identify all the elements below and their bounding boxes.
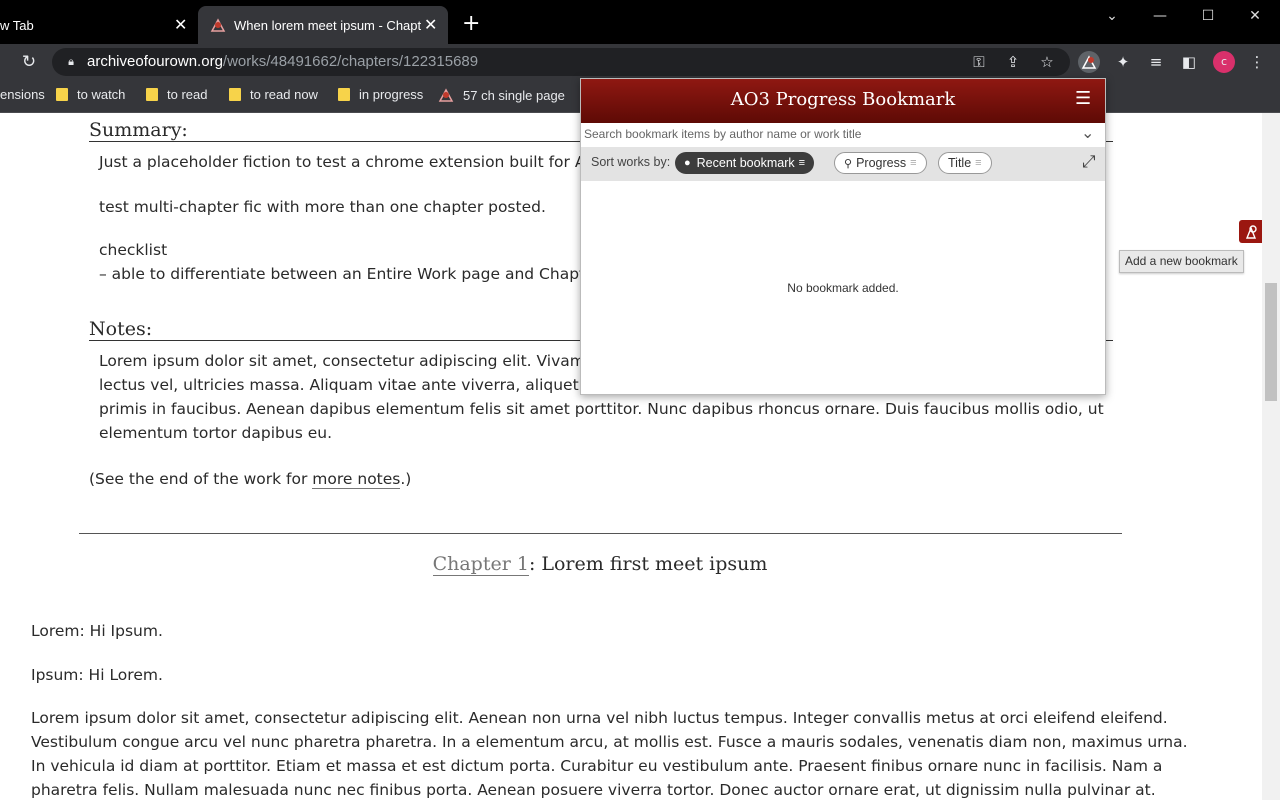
bookmark-pin-icon	[1245, 225, 1257, 239]
add-bookmark-tooltip: Add a new bookmark	[1119, 250, 1244, 273]
notes-line: elementum tortor dapibus eu.	[99, 424, 332, 442]
close-icon[interactable]: ✕	[424, 15, 437, 35]
url-path: /works/48491662/chapters/122315689	[222, 53, 479, 70]
notes-line: Lorem ipsum dolor sit amet, consectetur …	[99, 352, 585, 370]
maximize-icon[interactable]: ☐	[1198, 8, 1218, 28]
body-line: In vehicula id diam at porttitor. Etiam …	[31, 757, 1163, 775]
body-line: Lorem ipsum dolor sit amet, consectetur …	[31, 709, 1168, 727]
end-notes-pointer: (See the end of the work for more notes.…	[89, 467, 411, 491]
sort-label: Sort works by:	[591, 155, 671, 169]
url-host: archiveofourown.org	[87, 53, 223, 70]
body-line: pharetra felis. Nullam malesuada nunc ne…	[31, 781, 1156, 799]
media-queue-icon[interactable]: ≡	[1145, 51, 1167, 73]
notes-line: primis in faucibus. Aenean dapibus eleme…	[99, 400, 1104, 418]
add-bookmark-button[interactable]	[1239, 220, 1262, 243]
scrollbar-thumb[interactable]	[1265, 283, 1277, 401]
share-icon[interactable]: ⇪	[1002, 51, 1024, 73]
ao3-favicon-icon	[438, 87, 454, 103]
close-icon[interactable]: ✕	[174, 15, 187, 35]
folder-icon	[338, 88, 350, 101]
end-note-prefix: (See the end of the work for	[89, 470, 313, 488]
tab-title: w Tab	[0, 17, 34, 33]
bookmark-in-progress[interactable]: in progress	[338, 87, 423, 102]
reload-icon[interactable]: ↻	[18, 51, 40, 73]
profile-avatar[interactable]: c	[1213, 51, 1235, 73]
new-tab-icon[interactable]: +	[462, 13, 480, 35]
summary-line: Just a placeholder fiction to test a chr…	[99, 153, 586, 171]
ao3-favicon-icon	[210, 17, 226, 33]
bookmark-label: to read now	[250, 87, 318, 102]
star-icon[interactable]: ☆	[1036, 51, 1058, 73]
popup-search: ⌄	[581, 123, 1105, 148]
chapter-title: Chapter 1: Lorem first meet ipsum	[0, 553, 1200, 576]
sort-title-button[interactable]: Title ≡	[938, 152, 992, 174]
bookmark-57-ch-single-page[interactable]: 57 ch single page	[438, 87, 565, 103]
chapter-link[interactable]: Chapter 1	[432, 553, 529, 576]
bookmark-to-watch[interactable]: to watch	[56, 87, 125, 102]
expand-icon[interactable]: ⤢	[1082, 152, 1096, 172]
sort-alpha-icon: ≡	[975, 157, 982, 169]
ao3-extension-icon[interactable]	[1078, 51, 1100, 73]
folder-icon	[146, 88, 158, 101]
body-line: Ipsum: Hi Lorem.	[31, 666, 163, 684]
summary-line: test multi-chapter fic with more than on…	[99, 198, 546, 216]
key-icon[interactable]: ⚿	[968, 51, 990, 73]
tab-title: When lorem meet ipsum - Chapt	[234, 17, 422, 33]
chevron-down-icon[interactable]: ⌄	[1081, 123, 1094, 142]
empty-message: No bookmark added.	[787, 281, 899, 295]
divider	[79, 533, 1122, 534]
browser-toolbar: ↻ 🔒︎ archiveofourown.org/works/48491662/…	[0, 44, 1280, 80]
window-close-icon[interactable]: ✕	[1245, 8, 1265, 28]
sort-option-label: Progress	[856, 156, 907, 170]
sort-option-label: Recent bookmark	[696, 156, 795, 170]
tab-strip: w Tab ✕ When lorem meet ipsum - Chapt ✕ …	[0, 0, 1280, 44]
bookmark-label: to read	[167, 87, 208, 102]
search-input[interactable]	[584, 126, 1074, 142]
tab-active-work[interactable]: When lorem meet ipsum - Chapt ✕	[198, 6, 448, 44]
minimize-icon[interactable]: —	[1150, 8, 1170, 28]
address-bar[interactable]: 🔒︎ archiveofourown.org/works/48491662/ch…	[52, 48, 1070, 76]
tab-search-icon[interactable]: ⌄	[1102, 8, 1122, 28]
lock-icon[interactable]: 🔒︎	[60, 51, 82, 73]
folder-icon	[229, 88, 241, 101]
popup-header: AO3 Progress Bookmark ☰	[581, 79, 1105, 123]
sort-desc-icon: ≡	[798, 157, 806, 169]
folder-icon	[56, 88, 68, 101]
side-panel-icon[interactable]: ◧	[1178, 51, 1200, 73]
clock-icon: ●	[684, 157, 691, 169]
more-notes-link[interactable]: more notes	[312, 470, 401, 489]
body-line: Lorem: Hi Ipsum.	[31, 622, 163, 640]
summary-line: – able to differentiate between an Entir…	[99, 265, 595, 283]
bookmark-to-read-now[interactable]: to read now	[229, 87, 318, 102]
body-line: Vestibulum congue arcu vel nunc pharetra…	[31, 733, 1188, 751]
page-scrollbar[interactable]	[1262, 113, 1280, 800]
bookmark-label: to watch	[77, 87, 126, 102]
bookmark-label: ensions	[0, 87, 45, 102]
more-menu-icon[interactable]: ⋮	[1246, 51, 1268, 73]
sort-bar: Sort works by: ● Recent bookmark ≡ ⚲ Pro…	[581, 147, 1105, 181]
sort-recent-bookmark-button[interactable]: ● Recent bookmark ≡	[675, 152, 815, 174]
bookmark-label: in progress	[359, 87, 424, 102]
chapter-title-text: : Lorem first meet ipsum	[528, 553, 768, 575]
sort-progress-button[interactable]: ⚲ Progress ≡	[834, 152, 927, 174]
sort-option-label: Title	[948, 156, 972, 170]
url-text: archiveofourown.org/works/48491662/chapt…	[87, 53, 478, 70]
sort-desc-icon: ≡	[910, 157, 917, 169]
popup-title: AO3 Progress Bookmark	[730, 89, 956, 110]
bookmark-label: 57 ch single page	[463, 87, 565, 103]
tab-new-tab[interactable]: w Tab ✕	[0, 6, 198, 44]
notes-line: lectus vel, ultricies massa. Aliquam vit…	[99, 376, 594, 394]
extensions-puzzle-icon[interactable]: ✦	[1112, 51, 1134, 73]
map-pin-icon: ⚲	[844, 157, 853, 170]
extension-popup: AO3 Progress Bookmark ☰ ⌄ Sort works by:…	[580, 78, 1106, 395]
hamburger-menu-icon[interactable]: ☰	[1075, 88, 1091, 109]
bookmark-extensions[interactable]: ensions	[0, 87, 45, 102]
end-note-suffix: .)	[400, 470, 412, 488]
summary-line: checklist	[99, 241, 168, 259]
bookmark-to-read[interactable]: to read	[146, 87, 207, 102]
